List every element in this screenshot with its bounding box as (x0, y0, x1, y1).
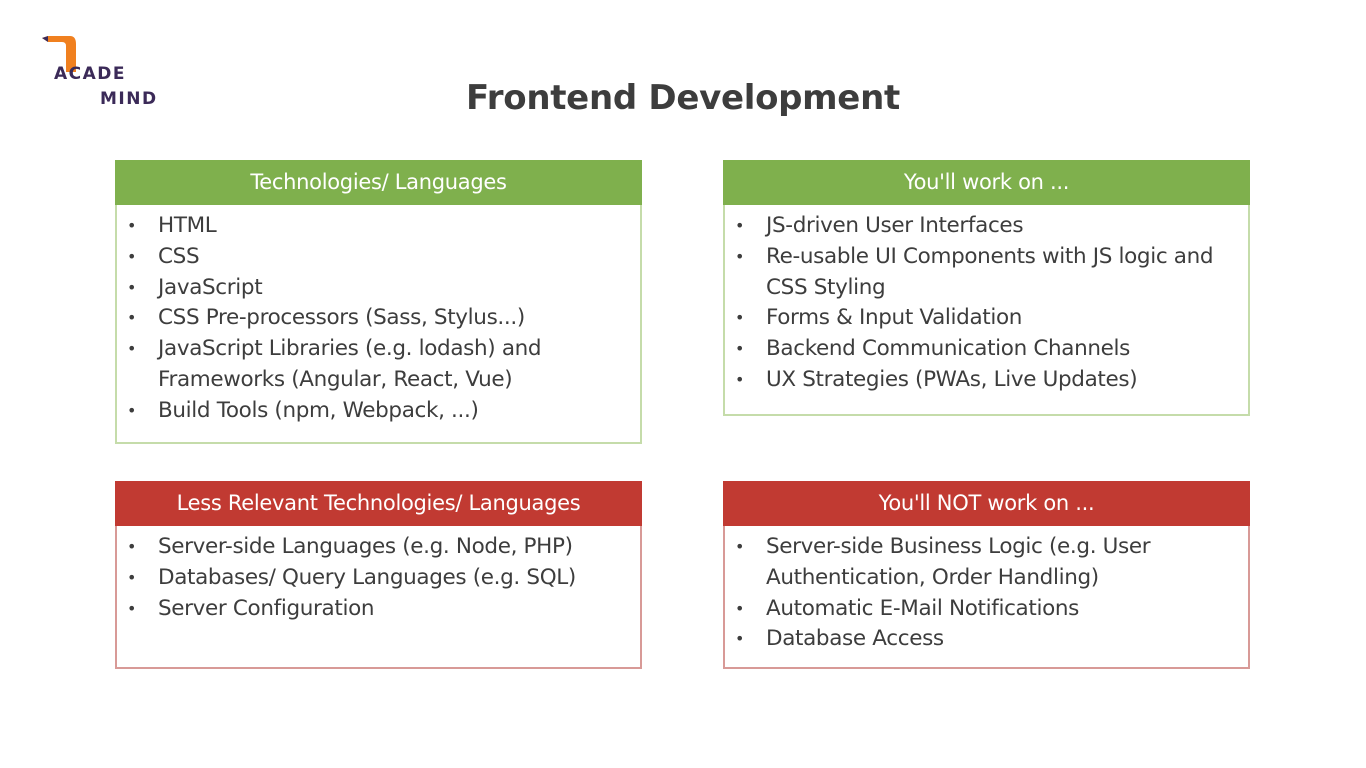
technologies-box-header: Technologies/ Languages (115, 160, 642, 205)
list-item: • JavaScript Libraries (e.g. lodash) and … (117, 334, 630, 396)
list-item: • JavaScript (117, 273, 630, 304)
list-item: • Server Configuration (117, 594, 630, 625)
bullet-icon: • (127, 567, 137, 587)
bullet-icon: • (735, 369, 745, 389)
bullet-icon: • (127, 246, 137, 266)
bullet-icon: • (127, 400, 137, 420)
not-work-on-list: • Server-side Business Logic (e.g. User A… (725, 526, 1248, 665)
bullet-icon: • (127, 537, 137, 556)
list-item: • HTML (117, 211, 630, 242)
bullet-icon: • (735, 629, 745, 649)
bullet-icon: • (127, 216, 137, 235)
bullet-icon: • (735, 308, 745, 328)
list-item-text: Automatic E-Mail Notifications (766, 595, 1080, 621)
list-item-text: Server-side Languages (e.g. Node, PHP) (158, 534, 573, 559)
list-item-text: Database Access (766, 626, 944, 652)
work-on-box: You'll work on ... • JS-driven User Inter… (723, 160, 1250, 416)
not-work-on-box: You'll NOT work on ... • Server-side Busi… (723, 481, 1250, 669)
list-item-text: Server-side Business Logic (e.g. User Au… (766, 534, 1151, 590)
list-item-text: JS-driven User Interfaces (766, 213, 1024, 238)
bullet-icon: • (735, 598, 745, 618)
not-work-on-box-header: You'll NOT work on ... (723, 481, 1250, 526)
list-item: • Databases/ Query Languages (e.g. SQL) (117, 563, 630, 594)
list-item-text: Forms & Input Validation (766, 305, 1023, 331)
list-item-text: Server Configuration (158, 595, 375, 621)
less-relevant-box-header: Less Relevant Technologies/ Languages (115, 481, 642, 526)
list-item: • Forms & Input Validation (725, 303, 1238, 334)
less-relevant-list: • Server-side Languages (e.g. Node, PHP) … (117, 526, 640, 634)
bullet-icon: • (127, 308, 137, 328)
bullet-icon: • (735, 246, 745, 266)
list-item: • Server-side Languages (e.g. Node, PHP) (117, 532, 630, 563)
bullet-icon: • (735, 339, 745, 359)
list-item: • CSS Pre-processors (Sass, Stylus...) (117, 303, 630, 334)
technologies-list: • HTML • CSS • JavaScript • CSS Pre-processo… (117, 205, 640, 437)
list-item: • Server-side Business Logic (e.g. User A… (725, 532, 1238, 594)
list-item-text: HTML (158, 213, 217, 238)
list-item-text: CSS (158, 243, 200, 269)
list-item: • JS-driven User Interfaces (725, 211, 1238, 242)
list-item-text: CSS Pre-processors (Sass, Stylus...) (158, 305, 525, 331)
list-item-text: Build Tools (npm, Webpack, ...) (158, 397, 479, 423)
list-item-text: Backend Communication Channels (766, 336, 1131, 362)
list-item: • Re-usable UI Components with JS logic a… (725, 242, 1238, 304)
bullet-icon: • (127, 339, 137, 359)
work-on-box-header: You'll work on ... (723, 160, 1250, 205)
work-on-list: • JS-driven User Interfaces • Re-usable UI… (725, 205, 1248, 406)
list-item-text: UX Strategies (PWAs, Live Updates) (766, 366, 1138, 392)
page-title: Frontend Development (466, 78, 900, 118)
less-relevant-box: Less Relevant Technologies/ Languages • S… (115, 481, 642, 669)
bullet-icon: • (735, 537, 745, 556)
list-item: • Automatic E-Mail Notifications (725, 594, 1238, 625)
list-item-text: JavaScript (158, 274, 263, 300)
list-item: • Build Tools (npm, Webpack, ...) (117, 396, 630, 427)
bullet-icon: • (127, 598, 137, 618)
list-item: • Backend Communication Channels (725, 334, 1238, 365)
list-item-text: Re-usable UI Components with JS logic an… (766, 243, 1214, 300)
list-item: • UX Strategies (PWAs, Live Updates) (725, 365, 1238, 396)
list-item-text: JavaScript Libraries (e.g. lodash) and F… (158, 336, 542, 392)
list-item-text: Databases/ Query Languages (e.g. SQL) (158, 564, 576, 590)
bullet-icon: • (735, 216, 745, 235)
list-item: • CSS (117, 242, 630, 273)
technologies-box: Technologies/ Languages • HTML • CSS • Java… (115, 160, 642, 444)
bullet-icon: • (127, 277, 137, 297)
list-item: • Database Access (725, 624, 1238, 655)
